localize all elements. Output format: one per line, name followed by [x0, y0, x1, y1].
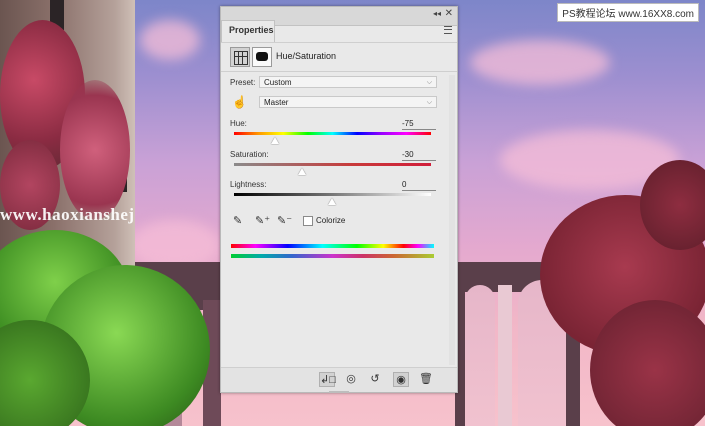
clip-to-layer-icon[interactable]: ↲□ — [319, 372, 336, 387]
cloud — [140, 20, 200, 60]
hue-saturation-icon[interactable] — [230, 47, 250, 67]
watermark-text: www.haoxianshej — [0, 205, 135, 224]
close-icon[interactable]: ✕ — [445, 8, 453, 19]
view-previous-icon[interactable]: ◎ — [343, 372, 359, 387]
channel-value: Master — [264, 98, 289, 107]
hue-label: Hue: — [230, 119, 247, 128]
colorize-label: Colorize — [316, 216, 346, 225]
eyedropper-icon[interactable]: ✎ — [233, 214, 242, 227]
preset-label: Preset: — [230, 78, 256, 87]
input-color-bar — [231, 244, 434, 248]
panel-footer: ↲□ ◎ ↺ ◉ 🗑 — [221, 367, 457, 392]
colorize-checkbox[interactable] — [303, 216, 313, 226]
grid-glyph — [234, 51, 248, 65]
properties-panel: ◂◂ ✕ Properties Hue/Saturation Preset: C… — [220, 6, 458, 393]
mask-glyph — [256, 52, 268, 61]
bridge-arch — [465, 285, 495, 426]
saturation-slider-thumb[interactable] — [298, 168, 306, 175]
ivy-foliage — [60, 80, 130, 220]
bridge-pillar — [498, 285, 512, 426]
panel-title: Hue/Saturation — [276, 51, 337, 61]
targeted-adjustment-icon[interactable]: ☝ — [232, 95, 247, 109]
trash-icon[interactable]: 🗑 — [418, 372, 434, 387]
preset-dropdown[interactable]: Custom ⌵ — [259, 76, 437, 88]
lightness-slider-track[interactable] — [234, 193, 431, 196]
hue-slider-thumb[interactable] — [271, 137, 279, 144]
chevron-down-icon: ⌵ — [426, 99, 432, 106]
hue-slider-track[interactable] — [234, 132, 431, 135]
tab-properties-label: Properties — [229, 25, 274, 35]
divider — [221, 42, 457, 43]
reset-icon[interactable]: ↺ — [367, 372, 383, 387]
site-badge: PS教程论坛 www.16XX8.com — [557, 3, 699, 22]
collapse-icon[interactable]: ◂◂ — [433, 9, 441, 18]
channel-dropdown[interactable]: Master ⌵ — [259, 96, 437, 108]
cloud — [470, 40, 610, 85]
hue-value-input[interactable]: -75 — [402, 119, 436, 130]
lightness-slider-thumb[interactable] — [328, 198, 336, 205]
resize-handle[interactable] — [329, 391, 349, 393]
panel-menu-icon[interactable] — [444, 26, 452, 34]
eye-icon[interactable]: ◉ — [393, 372, 409, 387]
mask-icon[interactable] — [252, 47, 272, 67]
lightness-label: Lightness: — [230, 180, 267, 189]
preset-value: Custom — [264, 78, 292, 87]
divider — [221, 71, 457, 72]
output-color-bar — [231, 254, 434, 258]
chevron-down-icon: ⌵ — [426, 79, 432, 86]
eyedropper-add-icon[interactable]: ✎⁺ — [255, 214, 270, 227]
eyedropper-subtract-icon[interactable]: ✎⁻ — [277, 214, 292, 227]
saturation-slider-track[interactable] — [234, 163, 431, 166]
lightness-value-input[interactable]: 0 — [402, 180, 436, 191]
saturation-value-input[interactable]: -30 — [402, 150, 436, 161]
panel-scrollbar[interactable] — [449, 75, 455, 365]
saturation-label: Saturation: — [230, 150, 269, 159]
